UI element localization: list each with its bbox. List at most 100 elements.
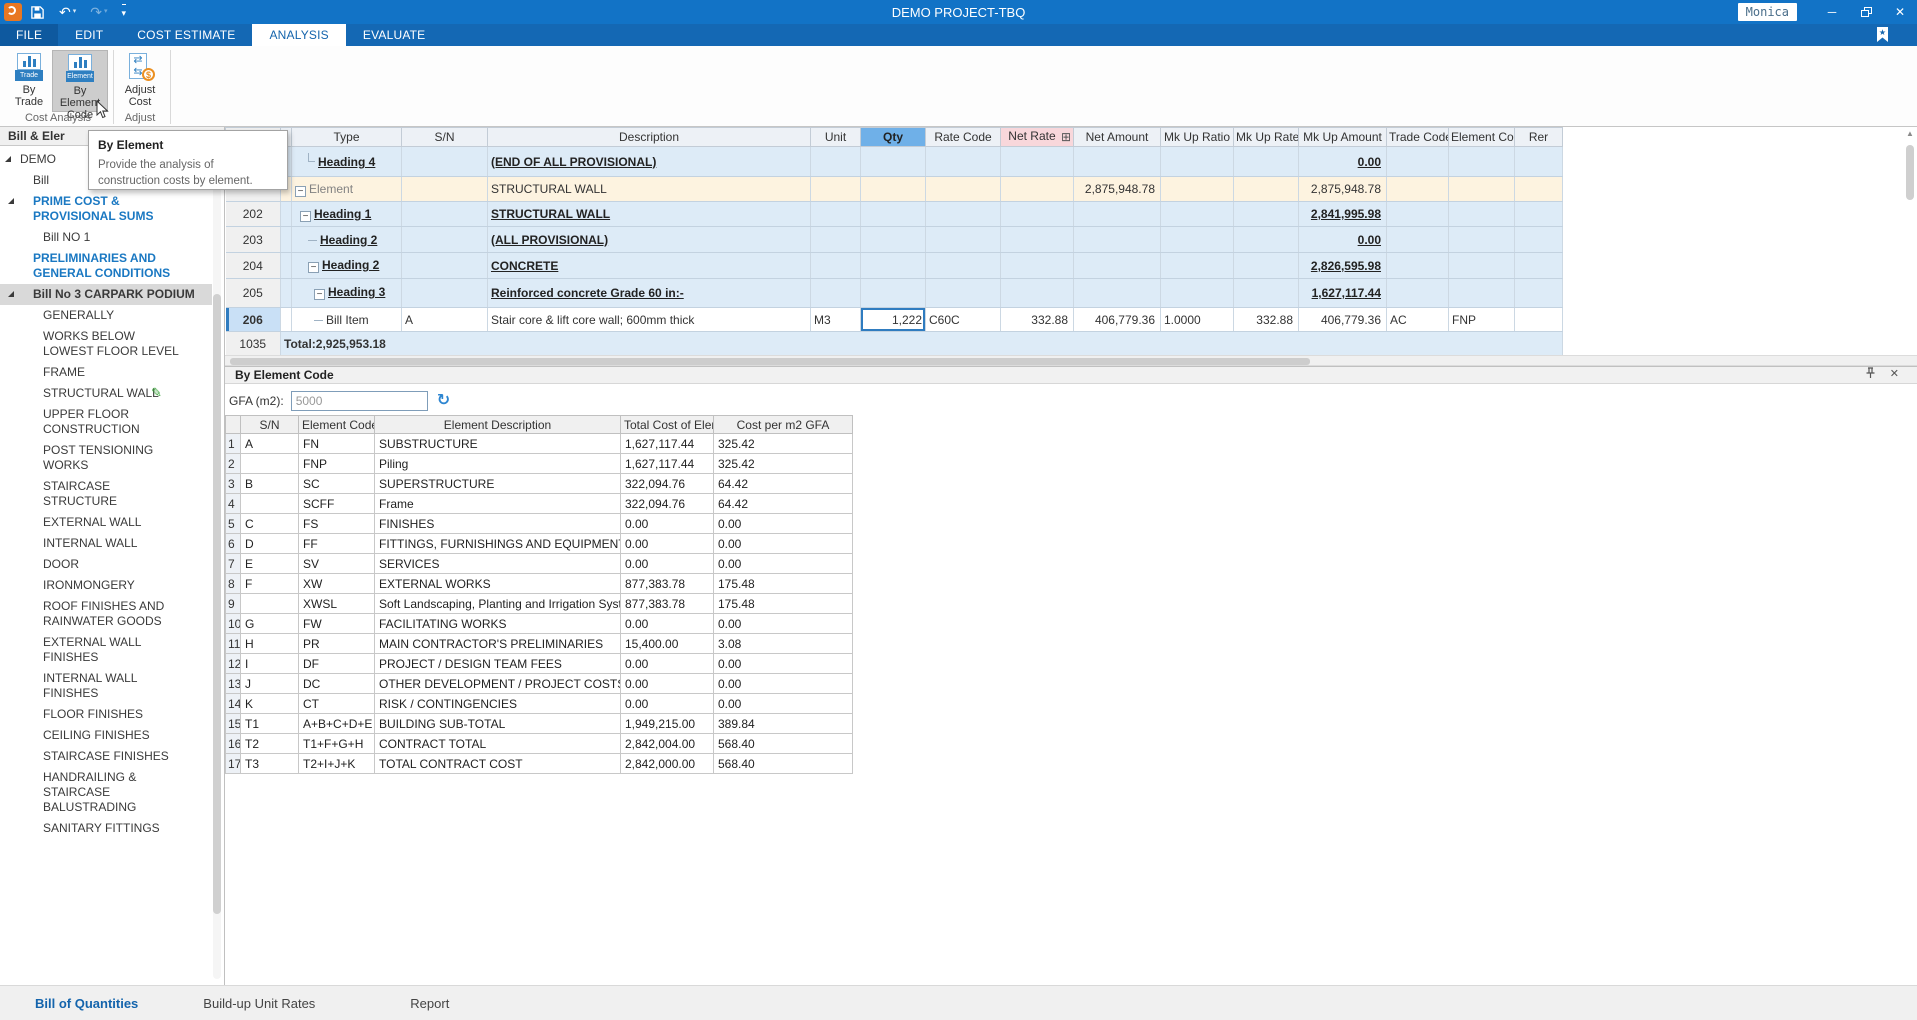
cell-net-amount[interactable] (1074, 227, 1161, 253)
cell-remarks[interactable] (1515, 279, 1563, 308)
cell-rate-code[interactable] (926, 177, 1001, 202)
cell-qty[interactable] (861, 279, 926, 308)
undo-button[interactable]: ↶▾ (59, 5, 76, 19)
cell-mk-rate[interactable]: 332.88 (1234, 308, 1299, 332)
cell-element[interactable] (1449, 177, 1515, 202)
tree-item-ironmongery[interactable]: IRONMONGERY (0, 575, 212, 596)
expander-icon[interactable] (8, 198, 14, 204)
cell-sn[interactable] (402, 279, 488, 308)
close-button[interactable]: ✕ (1883, 0, 1917, 24)
grid-row-206-selected[interactable]: 206 Bill Item A Stair core & lift core w… (226, 308, 1563, 332)
pin-panel-icon[interactable] (1865, 367, 1876, 382)
tree-item-sanitary-fittings[interactable]: SANITARY FITTINGS (0, 818, 212, 839)
cell-mk-rate[interactable] (1234, 227, 1299, 253)
cell-ratio[interactable] (1161, 279, 1234, 308)
tree-item-preliminaries[interactable]: PRELIMINARIES AND GENERAL CONDITIONS (0, 248, 212, 284)
quick-access-toolbar-button[interactable]: ▾ (122, 4, 127, 20)
cell-rate-code[interactable] (926, 253, 1001, 279)
cell-ratio[interactable] (1161, 177, 1234, 202)
col-header-total-cost[interactable]: Total Cost of Element (621, 416, 714, 434)
cell-sn[interactable] (402, 202, 488, 227)
tab-bill-of-quantities[interactable]: Bill of Quantities (25, 996, 148, 1011)
tree-item-external-wall[interactable]: EXTERNAL WALL (0, 512, 212, 533)
tree-item-post-tensioning-works[interactable]: POST TENSIONING WORKS (0, 440, 212, 476)
scroll-up-icon[interactable]: ▲ (1904, 129, 1916, 138)
collapse-icon[interactable]: − (308, 262, 319, 273)
cell-mk-amount[interactable]: 2,875,948.78 (1299, 177, 1387, 202)
cell-trade[interactable] (1387, 253, 1449, 279)
cell-element[interactable] (1449, 202, 1515, 227)
tree-item-door[interactable]: DOOR (0, 554, 212, 575)
cell-mk-amount[interactable]: 1,627,117.44 (1299, 279, 1387, 308)
user-badge[interactable]: Monica (1738, 3, 1797, 21)
tree-item-handrailing[interactable]: HANDRAILING & STAIRCASE BALUSTRADING (0, 767, 212, 818)
redo-button[interactable]: ↷▾ (90, 5, 107, 19)
tree-item-works-below-lowest-floor-level[interactable]: WORKS BELOW LOWEST FLOOR LEVEL (0, 326, 212, 362)
cell-qty[interactable] (861, 177, 926, 202)
cell-description[interactable]: (END OF ALL PROVISIONAL) (488, 147, 811, 177)
cell-ratio[interactable] (1161, 202, 1234, 227)
cell-mk-rate[interactable] (1234, 147, 1299, 177)
cell-mk-amount[interactable]: 406,779.36 (1299, 308, 1387, 332)
sidebar-scrollbar[interactable] (213, 149, 221, 979)
cell-net-rate[interactable] (1001, 279, 1074, 308)
cell-description[interactable]: Stair core & lift core wall; 600mm thick (488, 308, 811, 332)
tab-analysis[interactable]: ANALYSIS (252, 24, 345, 46)
cell-net-amount[interactable] (1074, 279, 1161, 308)
cell-remarks[interactable] (1515, 308, 1563, 332)
col-header-sn[interactable]: S/N (241, 416, 299, 434)
tab-report[interactable]: Report (400, 996, 459, 1011)
cell-qty[interactable] (861, 202, 926, 227)
cell-rate-code[interactable] (926, 147, 1001, 177)
tree-item-staircase-finishes[interactable]: STAIRCASE FINISHES (0, 746, 212, 767)
scrollbar-thumb[interactable] (230, 358, 1310, 365)
col-header-unit[interactable]: Unit (811, 128, 861, 147)
col-header-mk-up-ratio[interactable]: Mk Up Ratio (1161, 128, 1234, 147)
cell-sn[interactable]: A (402, 308, 488, 332)
col-header-sn[interactable]: S/N (402, 128, 488, 147)
col-header-net-rate[interactable]: ⊞Net Rate (1001, 128, 1074, 147)
tab-cost-estimate[interactable]: COST ESTIMATE (120, 24, 252, 46)
cell-trade[interactable] (1387, 147, 1449, 177)
cell-type[interactable]: −Heading 1 (292, 202, 402, 227)
tree-item-bill-no-1[interactable]: Bill NO 1 (0, 227, 212, 248)
cell-description[interactable]: STRUCTURAL WALL (488, 202, 811, 227)
col-header-mk-up-amount[interactable]: Mk Up Amount (1299, 128, 1387, 147)
gfa-input[interactable] (291, 391, 428, 411)
tree-item-frame[interactable]: FRAME (0, 362, 212, 383)
close-panel-icon[interactable]: ✕ (1890, 367, 1899, 382)
row-number[interactable]: 1035 (226, 332, 281, 356)
cell-unit[interactable] (811, 202, 861, 227)
cell-ratio[interactable] (1161, 253, 1234, 279)
cell-net-rate[interactable] (1001, 202, 1074, 227)
cell-mk-rate[interactable] (1234, 253, 1299, 279)
cell-description[interactable]: STRUCTURAL WALL (488, 177, 811, 202)
col-header-description[interactable]: Description (488, 128, 811, 147)
cell-ratio[interactable] (1161, 147, 1234, 177)
tree-item-internal-wall-finishes[interactable]: INTERNAL WALL FINISHES (0, 668, 212, 704)
grid-row-203[interactable]: 203 Heading 2 (ALL PROVISIONAL) 0.00 (226, 227, 1563, 253)
cell-type[interactable]: −Heading 2 (292, 253, 402, 279)
cell-net-amount[interactable] (1074, 147, 1161, 177)
grid-row-204[interactable]: 204 −Heading 2 CONCRETE 2,826,595.98 (226, 253, 1563, 279)
cell-mk-amount[interactable]: 0.00 (1299, 147, 1387, 177)
cell-type[interactable]: Heading 4 (292, 147, 402, 177)
col-header-net-amount[interactable]: Net Amount (1074, 128, 1161, 147)
tab-file[interactable]: FILE (0, 24, 58, 46)
cell-sn[interactable] (402, 227, 488, 253)
cell-unit[interactable] (811, 177, 861, 202)
cell-net-rate[interactable] (1001, 147, 1074, 177)
cell-sn[interactable] (402, 253, 488, 279)
cell-remarks[interactable] (1515, 227, 1563, 253)
cell-ratio[interactable]: 1.0000 (1161, 308, 1234, 332)
tree-item-floor-finishes[interactable]: FLOOR FINISHES (0, 704, 212, 725)
scrollbar-thumb[interactable] (1906, 145, 1914, 200)
cell-rate-code[interactable] (926, 227, 1001, 253)
collapse-icon[interactable]: − (314, 289, 325, 300)
cell-sn[interactable] (402, 147, 488, 177)
cell-qty[interactable] (861, 147, 926, 177)
cell-remarks[interactable] (1515, 202, 1563, 227)
cell-net-amount[interactable]: 406,779.36 (1074, 308, 1161, 332)
tree-item-generally[interactable]: GENERALLY (0, 305, 212, 326)
grid-row-heading4[interactable]: Heading 4 (END OF ALL PROVISIONAL) 0.00 (226, 147, 1563, 177)
